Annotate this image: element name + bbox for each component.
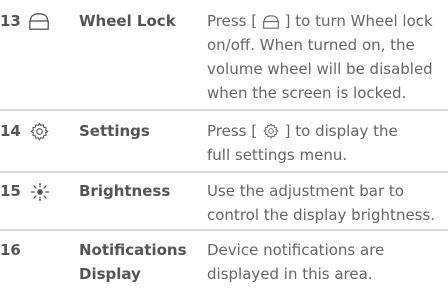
feature-description: Press [ ] to display the full settings m… [207,122,398,164]
lock-icon [29,13,49,30]
gear-icon [30,122,49,141]
sun-icon [31,183,49,201]
features-table: 13 Wheel Lock Press [ ] to turn Wheel lo… [0,0,448,289]
feature-name: Settings [79,122,150,140]
row-divider [0,109,448,111]
feature-name: Notifications Display [79,241,187,283]
row-divider [0,229,448,231]
feature-description: Press [ ] to turn Wheel lock on/off. Whe… [207,12,433,102]
gear-icon [263,123,279,139]
lock-icon [262,15,279,29]
row-number: 15 [0,182,21,200]
row-number: 16 [0,241,21,259]
row-divider [0,171,448,173]
feature-description: Use the adjustment bar to control the di… [207,182,436,224]
row-number: 13 [0,12,21,30]
row-number: 14 [0,122,21,140]
feature-description: Device notifications are displayed in th… [207,241,385,283]
feature-name: Wheel Lock [79,12,176,30]
feature-name: Brightness [79,182,171,200]
